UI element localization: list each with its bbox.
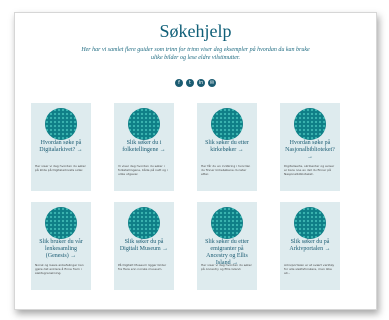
- guide-icon: [211, 207, 243, 239]
- guide-card-emigranter[interactable]: Slik søker du etter emigranter på Ancest…: [197, 202, 257, 290]
- guide-card-kirkeboker[interactable]: Slik søker du etter kirkebøker → Her får…: [197, 103, 257, 191]
- guide-card-digitalarkivet[interactable]: Hvordan søke på Digitalarkivet? → Her vi…: [31, 103, 91, 191]
- linkedin-icon[interactable]: in: [197, 79, 205, 87]
- guide-grid: Hvordan søke på Digitalarkivet? → Her vi…: [31, 103, 340, 290]
- guide-icon: [294, 207, 326, 239]
- guide-card-digitalt-museum[interactable]: Slik søker du på Digitalt Museum → På Di…: [114, 202, 174, 290]
- guide-card-description: På Digitalt Museum ligger bilder fra fle…: [118, 263, 167, 271]
- twitter-icon[interactable]: t: [186, 79, 194, 87]
- guide-icon: [294, 108, 326, 140]
- email-icon[interactable]: ✉: [208, 79, 216, 87]
- facebook-icon[interactable]: f: [175, 79, 183, 87]
- guide-card-title[interactable]: Slik søker du i folketellingene →: [117, 140, 171, 154]
- page-title: Søkehjelp: [159, 21, 232, 41]
- guide-card-description: Her viser vi deg hvordan du søker på kil…: [35, 164, 86, 172]
- guide-card-folketellingene[interactable]: Slik søker du i folketellingene → Vi vis…: [114, 103, 174, 191]
- guide-card-nasjonalbiblioteket[interactable]: Hvordan søke på Nasjonalbiblioteket? → D…: [280, 103, 340, 191]
- page-frame: Søkehjelp Her har vi samlet flere guider…: [14, 12, 377, 310]
- guide-card-title[interactable]: Slik søker du på Digitalt Museum →: [117, 239, 171, 253]
- guide-card-title[interactable]: Slik søker du på Arkivportalen →: [283, 239, 337, 253]
- guide-icon: [45, 207, 77, 239]
- page-subtitle: Her har vi samlet flere guider som trinn…: [81, 47, 310, 61]
- guide-card-arkivportalen[interactable]: Slik søker du på Arkivportalen → Arkivpo…: [280, 202, 340, 290]
- guide-icon: [128, 207, 160, 239]
- guide-card-description: Vi viser deg hvordan du søker i folketel…: [118, 164, 168, 176]
- guide-card-description: Norsk og Gesis anbefalinger kan gjøre de…: [35, 263, 84, 275]
- guide-card-title[interactable]: Hvordan søke på Nasjonalbiblioteket? →: [283, 140, 337, 161]
- guide-card-title[interactable]: Hvordan søke på Digitalarkivet? →: [34, 140, 88, 154]
- guide-card-description: Arkivportalen er et svært verktøy for al…: [284, 263, 335, 275]
- guide-card-description: Digitaliserte, skribenter og aviser er b…: [284, 164, 335, 176]
- guide-icon: [45, 108, 77, 140]
- guide-card-title[interactable]: Slik søker du etter kirkebøker →: [200, 140, 254, 154]
- guide-card-title[interactable]: Slik bruker du vår lenkesamling (Genesis…: [34, 239, 88, 260]
- guide-icon: [211, 108, 243, 140]
- social-share-bar: f t in ✉: [15, 79, 376, 87]
- guide-icon: [128, 108, 160, 140]
- guide-card-lenkesamling[interactable]: Slik bruker du vår lenkesamling (Genesis…: [31, 202, 91, 290]
- guide-card-description: Her får du en innføring i hvordan du fin…: [201, 164, 251, 176]
- guide-card-description: Her viser vi deg hvordan du søker på Anc…: [201, 263, 252, 271]
